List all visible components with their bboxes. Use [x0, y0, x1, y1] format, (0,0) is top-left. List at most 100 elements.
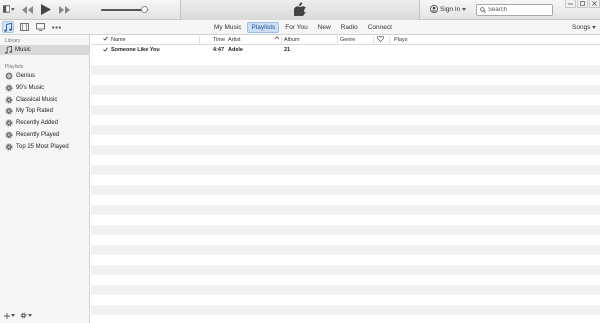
minimize-button[interactable]	[565, 0, 576, 8]
sidebar-item-label: Genius	[16, 73, 36, 79]
love-column-heart-icon[interactable]	[377, 35, 384, 44]
tab-playlists[interactable]: Playlists	[247, 22, 280, 33]
sidebar-item-label: Recently Played	[16, 132, 60, 138]
smart-playlist-gear-icon	[5, 84, 13, 92]
table-row[interactable]: Someone Like You 4:47 Adele 21	[91, 45, 600, 55]
search-input[interactable]	[488, 7, 548, 13]
genius-icon	[5, 72, 13, 80]
app-menu-button[interactable]	[3, 4, 15, 14]
window-icon	[3, 5, 11, 13]
checkmark-icon	[103, 47, 108, 52]
more-icon	[51, 25, 61, 29]
column-header-time[interactable]: Time	[213, 37, 225, 43]
player-bar: Sign In	[0, 0, 600, 20]
cell-name: Someone Like You	[111, 47, 160, 53]
close-button[interactable]	[589, 0, 600, 8]
sidebar-item-top-25-most-played[interactable]: Top 25 Most Played	[0, 142, 89, 152]
column-divider[interactable]	[337, 36, 338, 44]
rewind-icon[interactable]	[22, 5, 33, 14]
checkmark-icon	[103, 36, 108, 41]
table-header: Name Time Artist Album Genre Plays	[91, 35, 600, 45]
row-checkbox[interactable]	[103, 47, 108, 54]
account-icon	[430, 5, 438, 13]
view-selector-label: Songs	[572, 24, 591, 31]
maximize-button[interactable]	[577, 0, 588, 8]
column-header-album[interactable]: Album	[284, 37, 300, 43]
sidebar-item-classical-music[interactable]: Classical Music	[0, 95, 89, 105]
film-icon	[19, 23, 29, 31]
column-header-artist[interactable]: Artist	[228, 37, 241, 43]
cell-time: 4:47	[213, 47, 225, 53]
settings-button[interactable]	[20, 312, 32, 319]
column-header-plays[interactable]: Plays	[394, 37, 407, 43]
plus-icon	[4, 312, 10, 319]
tab-radio[interactable]: Radio	[337, 22, 362, 33]
tab-new[interactable]: New	[314, 22, 335, 33]
sidebar-item-recently-played[interactable]: Recently Played	[0, 130, 89, 140]
smart-playlist-gear-icon	[5, 131, 13, 139]
search-icon	[480, 7, 486, 13]
sidebar-item-label: Music	[15, 47, 31, 53]
chevron-down-icon	[592, 26, 597, 29]
column-header-genre[interactable]: Genre	[340, 37, 355, 43]
smart-playlist-gear-icon	[5, 143, 13, 151]
sign-in-label: Sign In	[440, 5, 461, 13]
sidebar-item-label: Recently Added	[16, 120, 59, 127]
tab-for-you[interactable]: For You	[281, 22, 311, 33]
check-column-icon[interactable]	[103, 36, 108, 43]
column-divider[interactable]	[199, 36, 200, 44]
play-icon[interactable]	[41, 4, 51, 15]
close-icon	[592, 1, 597, 6]
sidebar-item-genius[interactable]: Genius	[0, 71, 89, 81]
smart-playlist-gear-icon	[5, 107, 13, 115]
column-header-name[interactable]: Name	[111, 37, 126, 43]
cell-album: 21	[284, 47, 291, 53]
chevron-down-icon	[462, 7, 467, 11]
chevron-down-icon	[28, 314, 32, 317]
gear-icon	[20, 312, 27, 319]
sidebar-item-recently-added[interactable]: Recently Added	[0, 118, 89, 128]
volume-knob[interactable]	[141, 6, 149, 13]
chevron-down-icon	[11, 314, 15, 317]
smart-playlist-gear-icon	[5, 119, 13, 127]
smart-playlist-gear-icon	[5, 96, 13, 104]
music-note-icon	[4, 22, 12, 32]
column-divider[interactable]	[389, 36, 390, 44]
chevron-down-icon	[11, 7, 15, 11]
volume-level	[101, 9, 145, 11]
music-note-icon	[5, 46, 12, 54]
media-music-button[interactable]	[2, 21, 14, 33]
more-media-button[interactable]	[50, 21, 62, 33]
apple-logo-icon	[294, 2, 306, 16]
sign-in-button[interactable]: Sign In	[430, 5, 467, 13]
fast-forward-icon[interactable]	[59, 5, 70, 14]
playlists-heading: Playlists	[5, 64, 24, 70]
volume-slider[interactable]	[101, 6, 149, 13]
view-selector[interactable]: Songs	[572, 24, 597, 31]
cell-artist: Adele	[228, 47, 243, 53]
add-playlist-button[interactable]	[4, 312, 15, 319]
maximize-icon	[580, 1, 585, 6]
column-divider[interactable]	[281, 36, 282, 44]
sidebar-item-label: Classical Music	[16, 96, 58, 103]
sidebar-item-label: 90's Music	[16, 84, 45, 91]
song-table: Name Time Artist Album Genre Plays Someo…	[91, 35, 600, 323]
media-tv-button[interactable]	[34, 21, 46, 33]
library-heading: Library	[5, 38, 21, 44]
tab-connect[interactable]: Connect	[364, 22, 396, 33]
status-display	[180, 0, 420, 20]
media-movies-button[interactable]	[18, 21, 30, 33]
sidebar-item-my-top-rated[interactable]: My Top Rated	[0, 106, 89, 116]
tv-icon	[35, 23, 45, 31]
sidebar-item-label: My Top Rated	[16, 108, 53, 115]
minimize-icon	[568, 3, 573, 5]
search-box[interactable]	[476, 4, 553, 16]
sidebar: Library Music Playlists Genius 90's Music…	[0, 35, 90, 323]
sort-ascending-icon	[274, 36, 280, 42]
column-divider[interactable]	[373, 36, 374, 44]
sidebar-item-90-s-music[interactable]: 90's Music	[0, 83, 89, 93]
sidebar-item-music[interactable]: Music	[0, 45, 89, 55]
tab-my-music[interactable]: My Music	[210, 22, 245, 33]
sidebar-item-label: Top 25 Most Played	[16, 143, 69, 150]
navigation-bar: My Music Playlists For You New Radio Connect …	[0, 20, 600, 35]
